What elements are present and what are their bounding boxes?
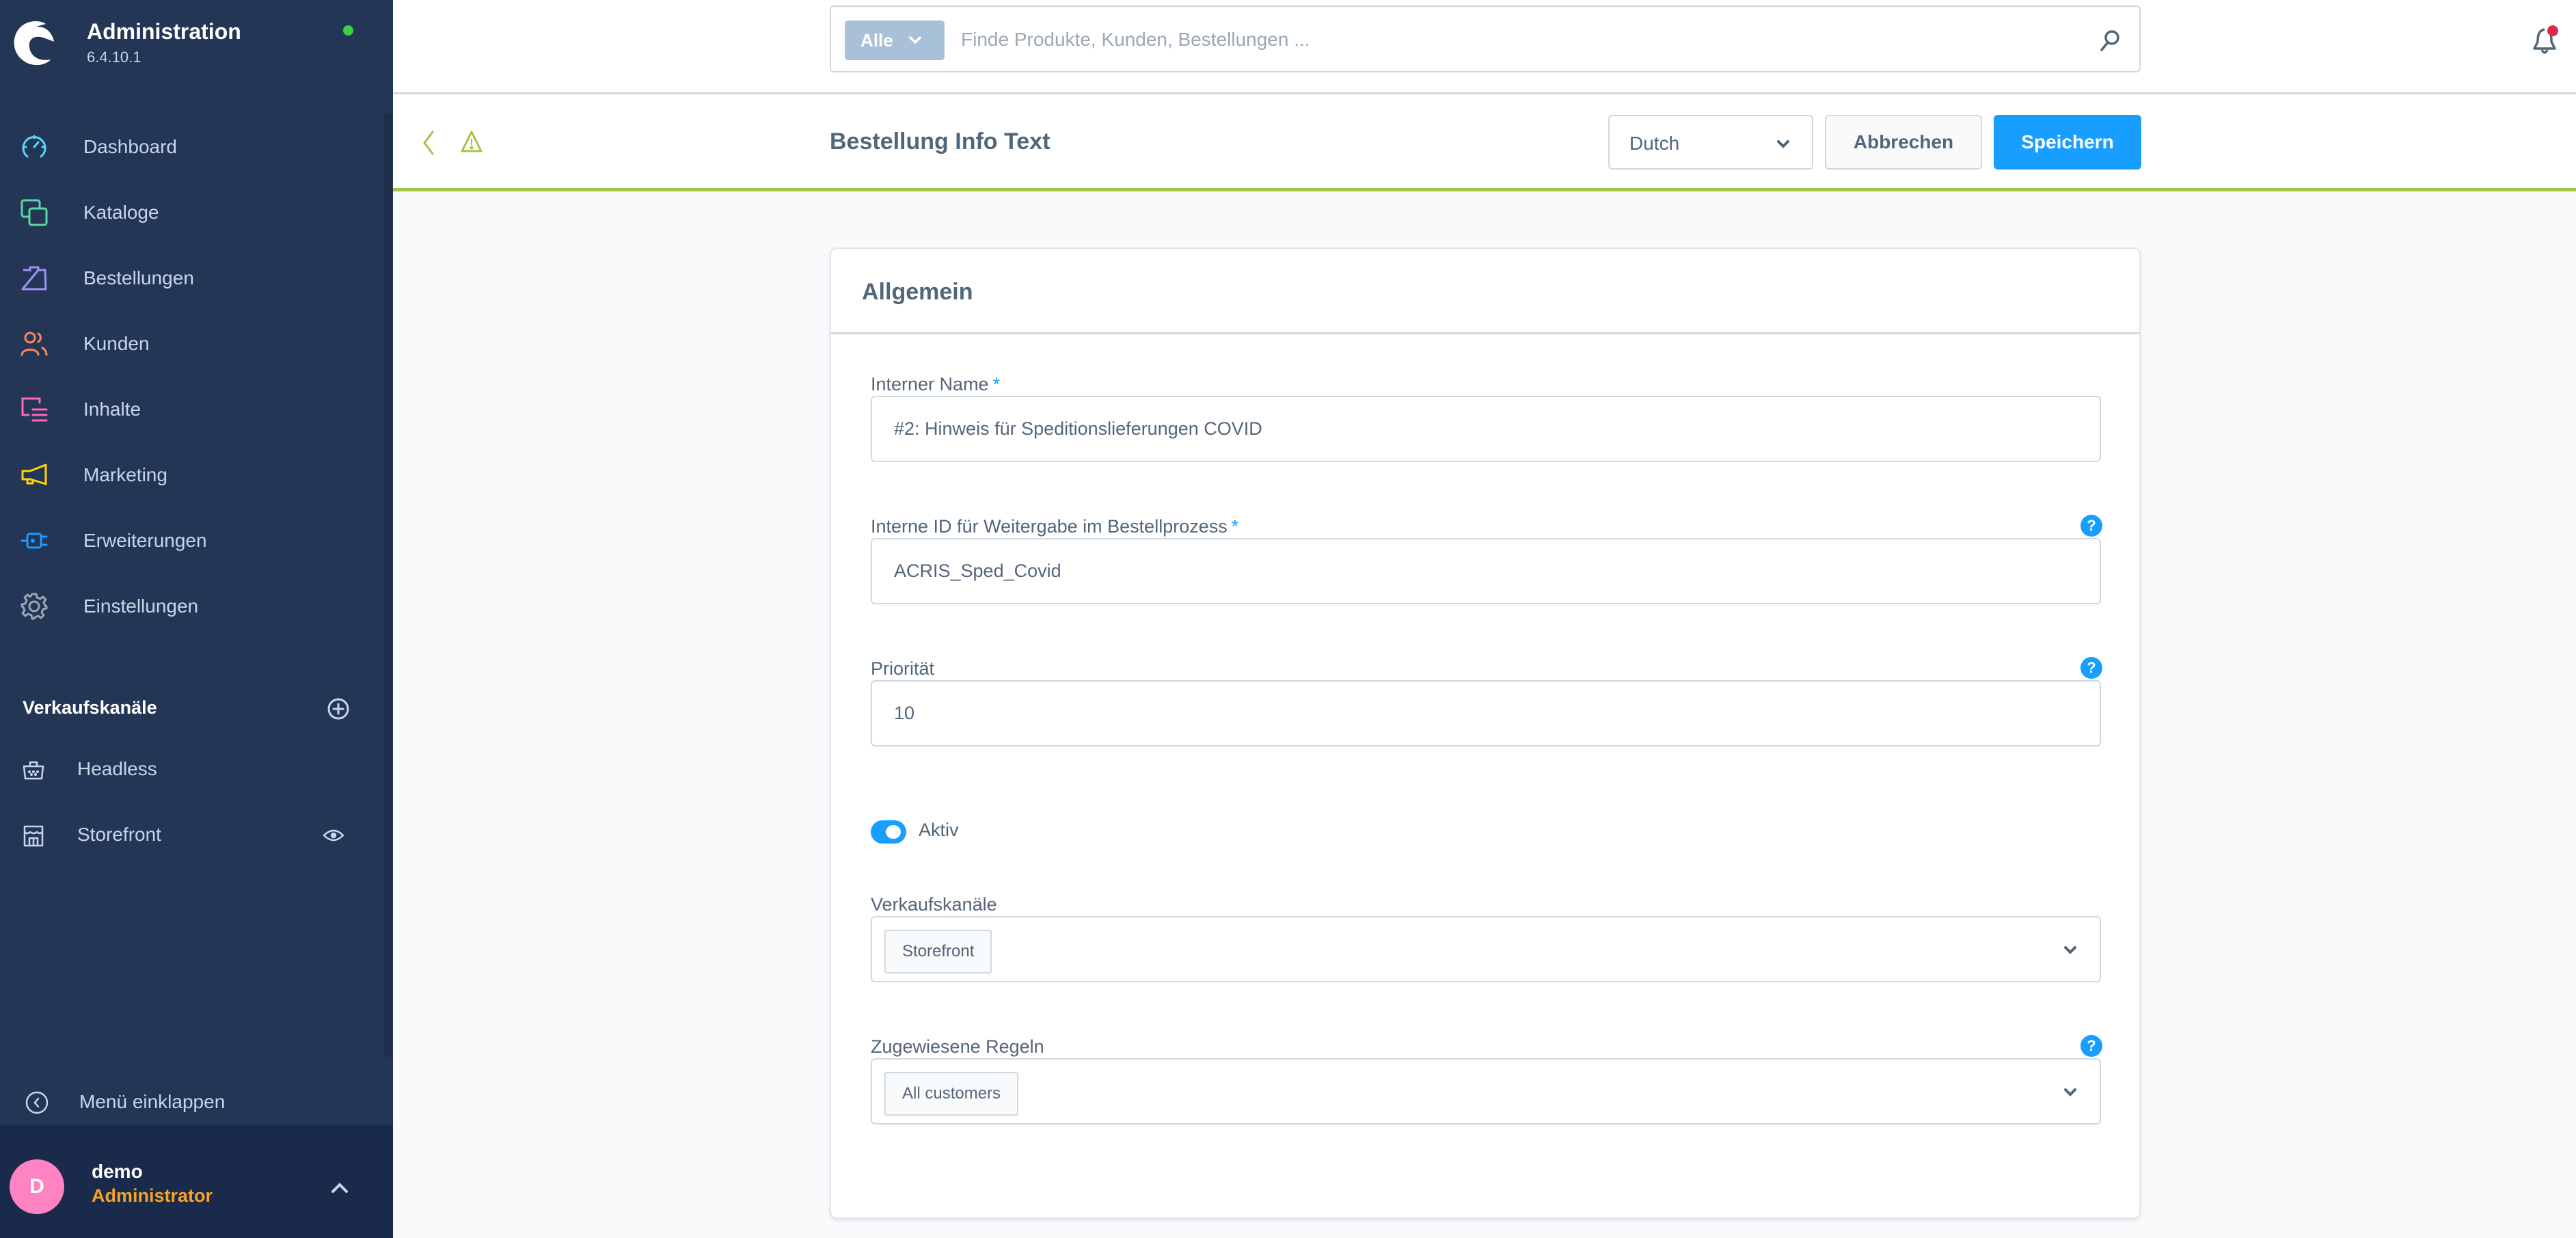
sidebar-item-label: Einstellungen: [83, 595, 199, 617]
user-role: Administrator: [92, 1185, 213, 1206]
chevron-down-icon: [1777, 140, 1789, 148]
sales-channel-headless[interactable]: Headless: [0, 743, 383, 798]
internal-name-input[interactable]: [871, 396, 2101, 462]
sidebar-item-label: Kataloge: [83, 202, 159, 223]
sidebar-item-label: Erweiterungen: [83, 530, 207, 551]
search-input[interactable]: [961, 19, 1986, 60]
content-icon: [21, 397, 48, 422]
search-type-select[interactable]: Alle: [845, 21, 945, 60]
internal-id-input[interactable]: [871, 538, 2101, 604]
rules-field: Zugewiesene Regeln ? All customers: [871, 1035, 2102, 1125]
chevron-down-icon: [2064, 1088, 2076, 1096]
sidebar-item-settings[interactable]: Einstellungen: [0, 574, 383, 639]
status-indicator: [343, 25, 353, 36]
warning-icon: [461, 131, 483, 152]
sidebar-item-content[interactable]: Inhalte: [0, 377, 383, 442]
rules-label: Zugewiesene Regeln: [871, 1036, 1044, 1057]
cancel-button[interactable]: Abbrechen: [1825, 115, 1982, 170]
chevron-left-circle-icon: [25, 1091, 49, 1114]
language-select[interactable]: Dutch: [1608, 115, 1813, 170]
priority-label: Priorität: [871, 658, 935, 679]
basket-icon: [23, 761, 44, 780]
catalogues-icon: [21, 199, 48, 226]
settings-icon: [21, 593, 48, 620]
sidebar-item-label: Inhalte: [83, 399, 141, 420]
sidebar-item-label: Dashboard: [83, 136, 177, 157]
required-asterisk: *: [992, 374, 1001, 394]
sales-channels-title: Verkaufskanäle: [23, 697, 157, 718]
selected-chip[interactable]: All customers: [884, 1072, 1019, 1116]
save-button[interactable]: Speichern: [1994, 115, 2141, 170]
internal-name-label: Interner Name *: [871, 374, 1001, 394]
extensions-icon: [21, 533, 48, 549]
internal-id-label: Interne ID für Weitergabe im Bestellproz…: [871, 516, 1239, 537]
toggle-knob: [886, 825, 901, 839]
collapse-menu-label: Menü einklappen: [79, 1091, 226, 1112]
app: Administration 6.4.10.1 Dashboard Katalo…: [0, 0, 2576, 1238]
sidebar-item-dashboard[interactable]: Dashboard: [0, 114, 383, 180]
help-icon[interactable]: ?: [2080, 657, 2102, 679]
sidebar-header: Administration 6.4.10.1: [0, 0, 393, 75]
global-search: Alle: [830, 5, 2141, 72]
active-label: Aktiv: [919, 820, 959, 840]
card-title: Allgemein: [862, 279, 973, 305]
smartbar: Bestellung Info Text Dutch Abbrechen Spe…: [393, 94, 2576, 191]
app-version: 6.4.10.1: [87, 49, 141, 66]
search-icon[interactable]: [2099, 29, 2121, 53]
search-type-label: Alle: [860, 30, 893, 51]
rules-select[interactable]: All customers: [871, 1058, 2101, 1125]
sidebar-item-extensions[interactable]: Erweiterungen: [0, 508, 383, 574]
general-card: Allgemein Interner Name* Interne ID für …: [830, 247, 2141, 1219]
selected-chip[interactable]: Storefront: [884, 930, 992, 973]
sidebar-item-label: Kunden: [83, 333, 150, 354]
sidebar-scrollbar[interactable]: [384, 113, 392, 1057]
priority-field: Priorität ?: [871, 657, 2102, 747]
sales-channel-label: Storefront: [77, 824, 161, 845]
internal-id-field: Interne ID für Weitergabe im Bestellproz…: [871, 515, 2102, 605]
avatar: D: [10, 1159, 64, 1214]
sales-channels-field: Verkaufskanäle Storefront: [871, 894, 2101, 983]
sidebar-item-customers[interactable]: Kunden: [0, 311, 383, 377]
collapse-menu-button[interactable]: Menü einklappen: [0, 1064, 393, 1125]
help-icon[interactable]: ?: [2080, 1035, 2102, 1057]
notification-bell-icon[interactable]: [2532, 24, 2562, 57]
main-nav: Dashboard Kataloge Bestellungen Kunden I…: [0, 114, 383, 639]
page-title: Bestellung Info Text: [830, 129, 1050, 154]
chevron-down-icon: [909, 36, 921, 44]
sales-channel-label: Headless: [77, 758, 157, 779]
language-value: Dutch: [1629, 133, 1680, 154]
user-name: demo: [92, 1161, 143, 1182]
back-arrow-icon[interactable]: [422, 130, 435, 156]
notification-badge: [2547, 25, 2558, 36]
active-toggle[interactable]: [871, 820, 906, 844]
customers-icon: [21, 332, 48, 356]
topbar: Alle: [393, 0, 2576, 94]
help-icon[interactable]: ?: [2080, 515, 2102, 537]
app-title: Administration: [87, 19, 241, 44]
sidebar-item-marketing[interactable]: Marketing: [0, 442, 383, 508]
add-sales-channel-icon[interactable]: [327, 697, 350, 721]
sidebar-item-label: Marketing: [83, 464, 167, 485]
internal-name-field: Interner Name *: [871, 374, 2101, 463]
user-menu[interactable]: D demo Administrator: [0, 1125, 393, 1238]
sales-channel-storefront[interactable]: Storefront: [0, 809, 383, 863]
marketing-icon: [21, 463, 47, 485]
sidebar-item-catalogues[interactable]: Kataloge: [0, 180, 383, 245]
shopware-logo-icon[interactable]: [12, 18, 58, 66]
priority-input[interactable]: [871, 680, 2101, 746]
chevron-up-icon: [331, 1183, 348, 1193]
orders-icon: [21, 266, 47, 291]
storefront-icon: [23, 825, 44, 847]
sidebar-item-label: Bestellungen: [83, 267, 194, 288]
card-header: Allgemein: [831, 249, 2139, 334]
dashboard-icon: [22, 135, 46, 158]
sales-channels-label: Verkaufskanäle: [871, 894, 997, 915]
required-asterisk: *: [1231, 516, 1239, 537]
eye-icon[interactable]: [323, 827, 344, 844]
sales-channels-header: Verkaufskanäle: [0, 690, 383, 729]
chevron-down-icon: [2064, 946, 2076, 954]
sales-channels-select[interactable]: Storefront: [871, 916, 2101, 982]
sidebar-item-orders[interactable]: Bestellungen: [0, 245, 383, 311]
sidebar: Administration 6.4.10.1 Dashboard Katalo…: [0, 0, 393, 1238]
